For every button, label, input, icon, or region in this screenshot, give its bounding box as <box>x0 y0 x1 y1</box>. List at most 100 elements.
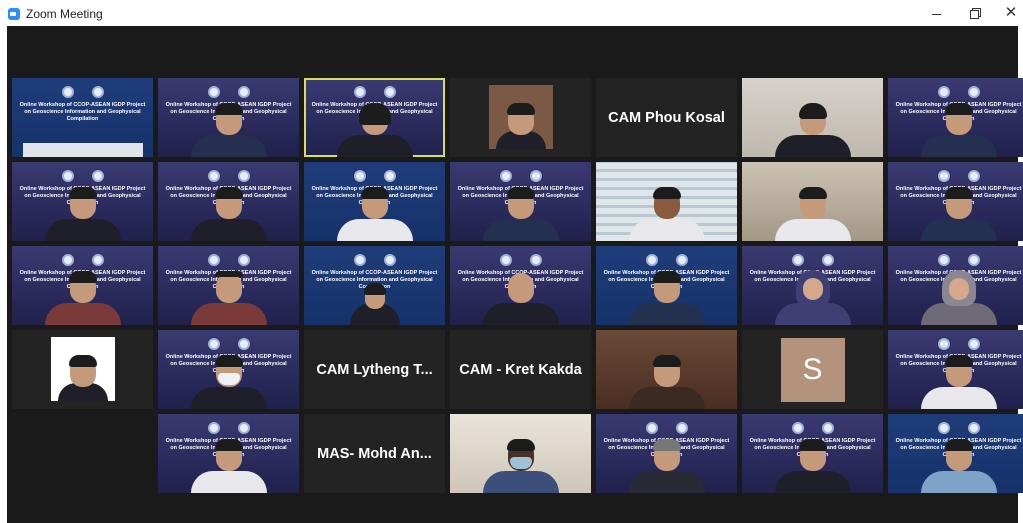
video-tile-participant[interactable]: Online Workshop of CCOP-ASEAN IGDP Proje… <box>158 246 299 325</box>
participant-name: CAM - Kret Kakda <box>459 361 582 378</box>
slide-logos <box>61 86 104 98</box>
participant-figure <box>336 187 413 241</box>
gallery-view: Online Workshop of CCOP-ASEAN IGDP Proje… <box>12 78 1023 493</box>
window-title: Zoom Meeting <box>26 7 103 21</box>
video-tile-active-speaker[interactable]: Online Workshop of CCOP-ASEAN IGDP Proje… <box>304 78 445 157</box>
video-tile-participant[interactable]: Online Workshop of CCOP-ASEAN IGDP Proje… <box>888 246 1023 325</box>
video-tile-participant[interactable] <box>596 330 737 409</box>
participant-figure <box>920 270 997 325</box>
video-tile-participant[interactable]: Online Workshop of CCOP-ASEAN IGDP Proje… <box>888 330 1023 409</box>
slide-logos <box>207 422 250 434</box>
video-tile-participant[interactable]: Online Workshop of CCOP-ASEAN IGDP Proje… <box>304 246 445 325</box>
participant-figure <box>774 439 851 493</box>
participant-name: CAM Phou Kosal <box>608 109 725 126</box>
video-tile-participant[interactable]: Online Workshop of CCOP-ASEAN IGDP Proje… <box>158 78 299 157</box>
slide-logos <box>207 170 250 182</box>
participant-figure <box>920 103 997 157</box>
slide-caption: Online Workshop of CCOP-ASEAN IGDP Proje… <box>19 102 146 122</box>
participant-figure <box>482 187 559 241</box>
close-button[interactable]: ✕ <box>1003 5 1019 20</box>
meeting-footer <box>7 501 1018 523</box>
slide-logos <box>61 170 104 182</box>
participant-figure <box>920 439 997 493</box>
title-bar: Zoom Meeting ✕ <box>0 0 1023 26</box>
slide-logos <box>207 254 250 266</box>
minimize-button[interactable] <box>929 6 945 20</box>
empty-slot <box>12 414 153 493</box>
video-tile-participant[interactable] <box>742 78 883 157</box>
slide-logos <box>791 254 834 266</box>
slide-logos <box>937 422 980 434</box>
participant-figure <box>774 270 851 325</box>
video-tile-participant[interactable]: Online Workshop of CCOP-ASEAN IGDP Proje… <box>596 246 737 325</box>
video-tile-participant[interactable]: Online Workshop of CCOP-ASEAN IGDP Proje… <box>888 78 1023 157</box>
video-tile-participant[interactable]: Online Workshop of CCOP-ASEAN IGDP Proje… <box>596 414 737 493</box>
participant-figure <box>190 103 267 157</box>
participant-figure <box>628 187 705 241</box>
slide-logos <box>207 86 250 98</box>
participant-figure <box>44 271 121 325</box>
slide-logos <box>353 86 396 98</box>
video-tile-participant[interactable]: Online Workshop of CCOP-ASEAN IGDP Proje… <box>450 162 591 241</box>
participant-name: CAM Lytheng T... <box>316 361 433 378</box>
slide-logos <box>937 86 980 98</box>
name-tile-phou-kosal[interactable]: CAM Phou Kosal <box>596 78 737 157</box>
video-tile-participant[interactable]: Online Workshop of CCOP-ASEAN IGDP Proje… <box>158 162 299 241</box>
participant-figure <box>44 187 121 241</box>
video-tile-participant[interactable] <box>742 162 883 241</box>
participant-name: MAS- Mohd An... <box>317 445 432 462</box>
video-tile-participant[interactable]: Online Workshop of CCOP-ASEAN IGDP Proje… <box>12 162 153 241</box>
restore-button[interactable] <box>967 6 983 20</box>
participant-figure <box>190 271 267 325</box>
letter-avatar: S <box>780 338 845 402</box>
video-tile-participant[interactable] <box>450 414 591 493</box>
participant-figure <box>349 283 400 325</box>
zoom-app-icon <box>8 8 20 20</box>
participant-figure <box>482 439 559 493</box>
participant-figure <box>628 271 705 325</box>
video-tile-participant[interactable]: Online Workshop of CCOP-ASEAN IGDP Proje… <box>742 414 883 493</box>
video-tile-participant[interactable] <box>450 78 591 157</box>
participant-figure <box>190 439 267 493</box>
slide-logos <box>937 338 980 350</box>
participant-figure <box>920 355 997 409</box>
video-tile-participant[interactable]: Online Workshop of CCOP-ASEAN IGDP Proje… <box>158 330 299 409</box>
participant-figure <box>920 187 997 241</box>
slide-logos <box>499 254 542 266</box>
participant-photo <box>488 85 553 149</box>
slide-logos <box>353 170 396 182</box>
slide-logos <box>937 170 980 182</box>
participant-figure <box>190 187 267 241</box>
video-tile-participant[interactable]: Online Workshop of CCOP-ASEAN IGDP Proje… <box>742 246 883 325</box>
video-tile-participant[interactable]: Online Workshop of CCOP-ASEAN IGDP Proje… <box>450 246 591 325</box>
participant-figure <box>336 103 413 157</box>
video-tile-participant[interactable]: Online Workshop of CCOP-ASEAN IGDP Proje… <box>304 162 445 241</box>
participant-figure <box>628 355 705 409</box>
participant-figure <box>628 439 705 493</box>
participant-figure <box>482 273 559 325</box>
slide-logos <box>353 254 396 266</box>
video-tile-participant[interactable]: Online Workshop of CCOP-ASEAN IGDP Proje… <box>888 414 1023 493</box>
participant-figure <box>774 187 851 241</box>
video-tile-conference-room[interactable]: Online Workshop of CCOP-ASEAN IGDP Proje… <box>12 78 153 157</box>
video-tile-participant[interactable]: Online Workshop of CCOP-ASEAN IGDP Proje… <box>158 414 299 493</box>
name-tile-mohd[interactable]: MAS- Mohd An... <box>304 414 445 493</box>
meeting-area: Online Workshop of CCOP-ASEAN IGDP Proje… <box>7 26 1023 523</box>
name-tile-lytheng[interactable]: CAM Lytheng T... <box>304 330 445 409</box>
video-tile-participant[interactable]: Online Workshop of CCOP-ASEAN IGDP Proje… <box>888 162 1023 241</box>
slide-logos <box>645 422 688 434</box>
video-tile-participant[interactable]: Online Workshop of CCOP-ASEAN IGDP Proje… <box>12 246 153 325</box>
video-tile-participant[interactable] <box>596 162 737 241</box>
slide-logos <box>61 254 104 266</box>
participant-figure <box>774 103 851 157</box>
slide-logos <box>499 170 542 182</box>
video-tile-participant-s[interactable]: S <box>742 330 883 409</box>
slide-logos <box>937 254 980 266</box>
slide-logos <box>207 338 250 350</box>
slide-logos <box>791 422 834 434</box>
participant-figure <box>190 355 267 409</box>
name-tile-kret-kakda[interactable]: CAM - Kret Kakda <box>450 330 591 409</box>
participant-photo <box>50 337 115 401</box>
slide-logos <box>645 254 688 266</box>
video-tile-participant[interactable] <box>12 330 153 409</box>
